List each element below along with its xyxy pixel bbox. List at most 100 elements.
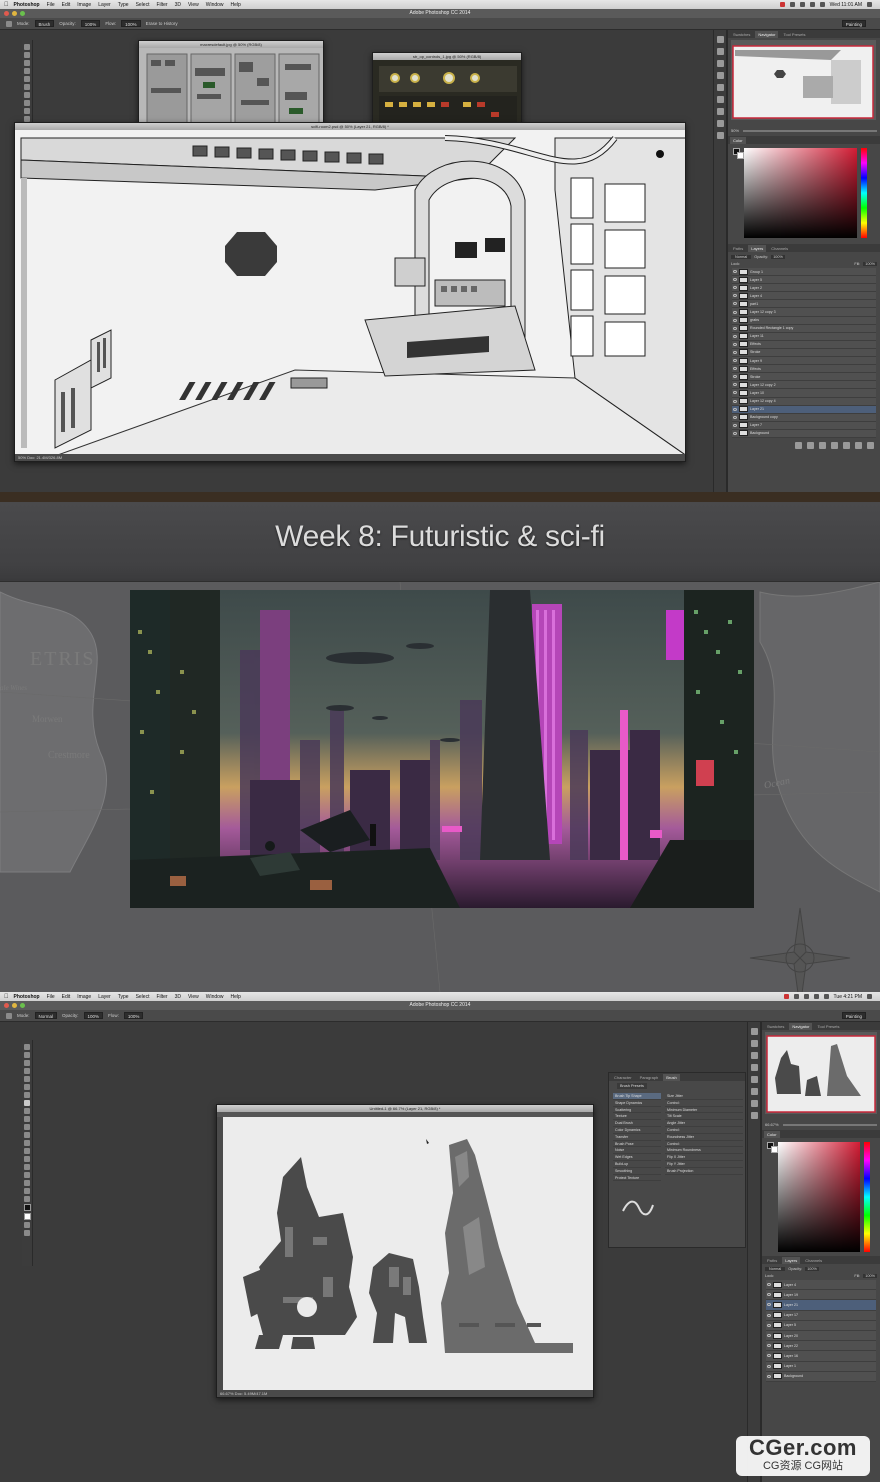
stamp-tool-icon[interactable] [24,108,30,114]
layer-row[interactable]: Layer 20 [766,1331,876,1342]
layer-row[interactable]: Layer 11 [732,333,876,341]
menu-file[interactable]: File [47,2,55,8]
info-panel-icon[interactable] [750,1052,758,1059]
brush-panel-icon[interactable] [750,1100,758,1107]
layer-row[interactable]: Layer 16 [766,1351,876,1362]
visibility-eye-icon[interactable] [767,1283,771,1287]
layer-row[interactable]: Layer 7 [732,422,876,430]
tab-layers[interactable]: Layers [782,1257,801,1264]
menu-3d[interactable]: 3D [175,994,181,1000]
visibility-eye-icon[interactable] [767,1354,771,1358]
menu-type[interactable]: Type [118,2,129,8]
visibility-eye-icon[interactable] [733,350,737,354]
layer-row[interactable]: Background [732,430,876,438]
zoom-slider[interactable] [743,130,877,132]
layer-row[interactable]: Group 1 [732,268,876,277]
menu-help[interactable]: Help [231,2,241,8]
zoom-tool-icon[interactable] [24,1196,30,1202]
visibility-eye-icon[interactable] [767,1323,771,1327]
battery-icon[interactable] [819,2,825,7]
layer-row[interactable]: grabs [732,317,876,325]
visibility-eye-icon[interactable] [733,399,737,403]
menu-3d[interactable]: 3D [175,2,181,8]
tab-layers[interactable]: Layers [748,245,767,252]
visibility-eye-icon[interactable] [733,431,737,435]
workspace-select[interactable]: Painting [841,20,866,27]
actions-panel-icon[interactable] [750,1040,758,1047]
bg-color-chip[interactable] [771,1146,778,1153]
tab-tool-presets[interactable]: Tool Presets [814,1023,842,1030]
dropbox-icon[interactable] [789,2,795,7]
marquee-tool-icon[interactable] [24,1052,30,1058]
tab-channels[interactable]: Channels [802,1257,825,1264]
brush-panel-icon[interactable] [716,108,724,115]
menu-layer[interactable]: Layer [98,2,111,8]
menu-image[interactable]: Image [77,2,91,8]
visibility-eye-icon[interactable] [733,407,737,411]
visibility-eye-icon[interactable] [733,334,737,338]
tab-character[interactable]: Character [611,1074,635,1081]
layer-row[interactable]: Background [766,1372,876,1382]
layer-row[interactable]: Layer 1 [766,1362,876,1372]
tab-brush[interactable]: Brush [663,1074,680,1081]
apple-icon[interactable]:  [4,994,9,1000]
layer-row[interactable]: Layer 12 copy 4 [732,398,876,406]
layer-row[interactable]: Stroke [732,373,876,382]
layer-row[interactable]: Layer 21 [766,1300,876,1311]
screen-mode-icon[interactable] [24,1230,30,1236]
menu-window[interactable]: Window [206,2,224,8]
brush-option-item[interactable]: Brush Pose [613,1141,661,1148]
tab-swatches[interactable]: Swatches [730,31,753,38]
layer-row[interactable]: Layer 12 copy 2 [732,381,876,390]
styles-panel-icon[interactable] [716,84,724,91]
layer-fill-field[interactable]: 100% [863,262,877,266]
brush-option-item[interactable]: Noise [613,1147,661,1155]
fx-icon[interactable] [807,442,814,449]
layer-row[interactable]: Layer 22 [766,1341,876,1352]
move-tool-icon[interactable] [24,1044,30,1050]
layer-row[interactable]: Background copy [732,414,876,422]
tab-swatches[interactable]: Swatches [764,1023,787,1030]
adobe-cc-icon[interactable] [779,2,785,7]
navigator-zoom-value[interactable]: 66.67% [765,1122,779,1127]
layer-fill-field[interactable]: 100% [863,1274,877,1278]
apple-icon[interactable]:  [4,2,9,8]
visibility-eye-icon[interactable] [733,383,737,387]
opacity-field[interactable]: 100% [80,20,101,27]
visibility-eye-icon[interactable] [767,1303,771,1307]
history-brush-tool-icon[interactable] [24,1116,30,1122]
layer-row[interactable]: Layer 17 [766,1311,876,1321]
brush-option-item[interactable]: Transfer [613,1134,661,1141]
hue-slider[interactable] [861,148,867,238]
navigator-zoom-value[interactable]: 50% [731,128,739,133]
styles-panel-icon[interactable] [750,1076,758,1083]
erase-to-history-checkbox[interactable]: Erase to History [146,21,178,26]
wifi-icon[interactable] [799,2,805,7]
sketch-document-window[interactable]: Untitled-1 @ 66.7% (Layer 21, RGB/8) * 6… [216,1104,594,1398]
minimize-window-button[interactable] [12,1003,17,1008]
brush-setting-row[interactable]: Angle Jitter [665,1120,743,1127]
history-panel-icon[interactable] [750,1028,758,1035]
visibility-eye-icon[interactable] [733,294,737,298]
menu-filter[interactable]: Filter [156,2,167,8]
visibility-eye-icon[interactable] [767,1293,771,1297]
character-panel-icon[interactable] [716,132,724,139]
eyedropper-tool-icon[interactable] [24,84,30,90]
doc-title[interactable]: scifi-room2.psd @ 50% (Layer 21, RGB/8) … [15,123,685,130]
menu-select[interactable]: Select [136,2,150,8]
brush-setting-row[interactable]: Flip X Jitter [665,1154,743,1161]
zoom-window-button[interactable] [20,11,25,16]
crop-tool-icon[interactable] [24,1076,30,1082]
brush-setting-row[interactable]: Brush Projection [665,1168,743,1175]
doc-title[interactable]: str_op_controls_1.jpg @ 50% (RGB/8) [373,53,521,60]
brush-option-item[interactable]: Wet Edges [613,1154,661,1161]
visibility-eye-icon[interactable] [733,342,737,346]
tab-tool-presets[interactable]: Tool Presets [780,31,808,38]
bg-color-chip[interactable] [737,152,744,159]
volume-icon[interactable] [813,994,819,999]
actions-panel-icon[interactable] [716,48,724,55]
menu-image[interactable]: Image [77,994,91,1000]
brush-tool-icon[interactable] [24,1100,30,1106]
layer-row[interactable]: Layer 4 [732,292,876,301]
healing-tool-icon[interactable] [24,92,30,98]
